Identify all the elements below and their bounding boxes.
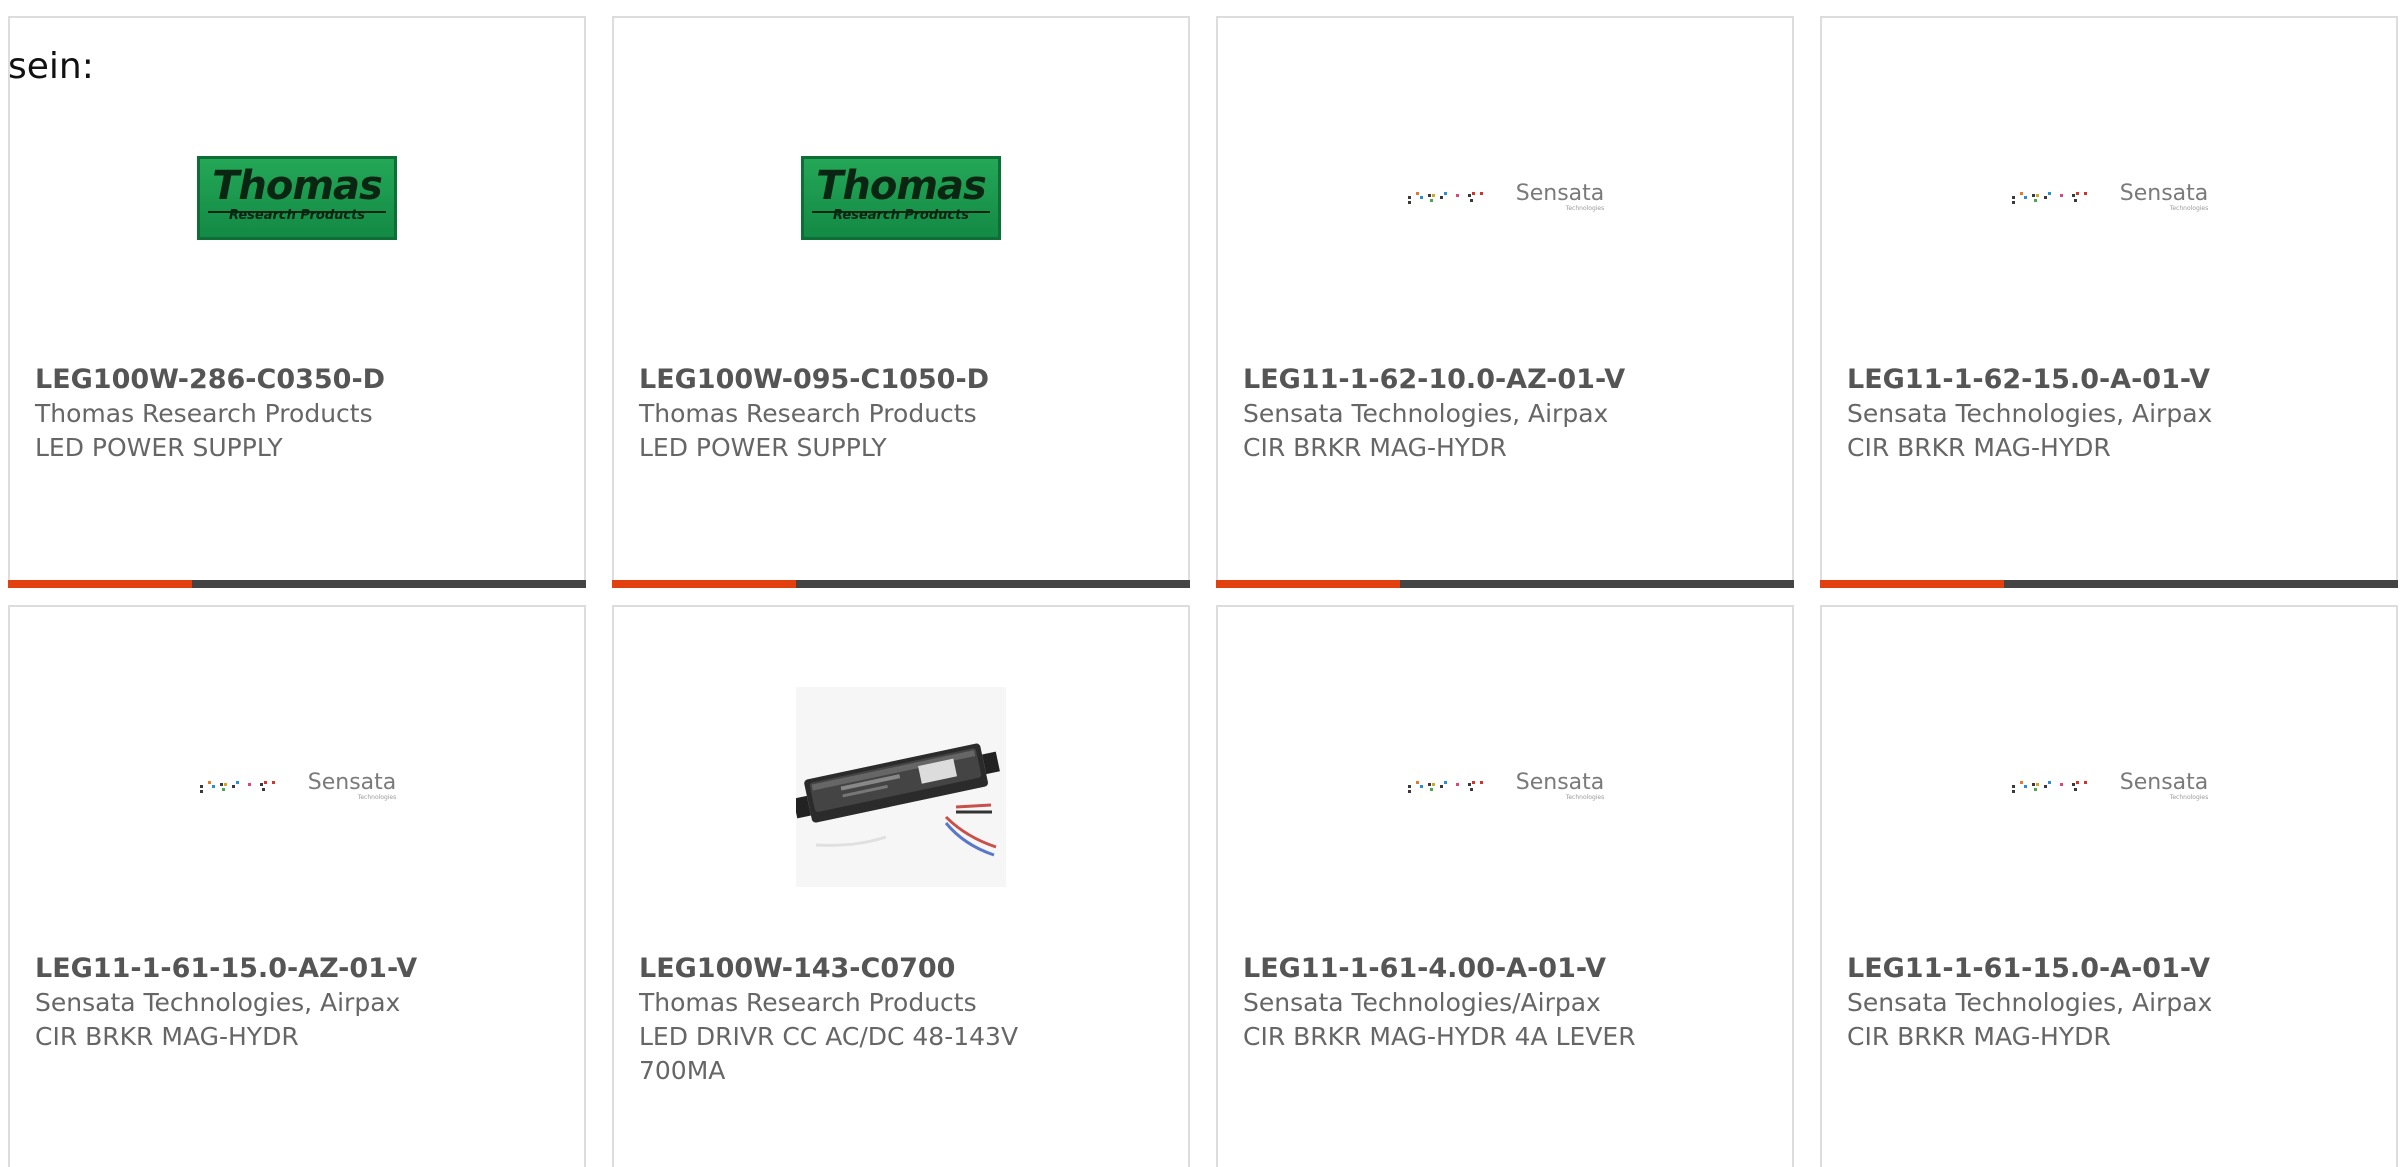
- product-description: CIR BRKR MAG-HYDR: [35, 1022, 299, 1051]
- manufacturer-name: Sensata Technologies, Airpax: [1847, 988, 2213, 1017]
- product-card[interactable]: Thomas Research Products LEG100W-095-C10…: [612, 16, 1190, 588]
- part-number-link[interactable]: LEG100W-143-C0700: [639, 952, 1168, 986]
- card-accent-bar: [8, 580, 586, 588]
- product-grid-page: sein: Thomas Research Products LEG100W-2…: [0, 0, 2400, 1167]
- part-number-link[interactable]: LEG11-1-62-10.0-AZ-01-V: [1243, 363, 1772, 397]
- product-description: LED DRIVR CC AC/DC 48-143V 700MA: [639, 1022, 1019, 1085]
- product-card[interactable]: Sensata Technologies LEG11-1-62-15.0-A-0…: [1820, 16, 2398, 588]
- product-card[interactable]: Sensata Technologies LEG11-1-61-4.00-A-0…: [1216, 605, 1794, 1167]
- manufacturer-name: Sensata Technologies, Airpax: [35, 988, 401, 1017]
- product-image: [614, 667, 1188, 907]
- part-number-link[interactable]: LEG11-1-61-15.0-A-01-V: [1847, 952, 2376, 986]
- card-accent-bar: [612, 580, 1190, 588]
- manufacturer-name: Sensata Technologies, Airpax: [1847, 399, 2213, 428]
- product-card[interactable]: LEG100W-143-C0700 Thomas Research Produc…: [612, 605, 1190, 1167]
- sensata-logo: Sensata Technologies: [1406, 183, 1604, 213]
- product-image: Sensata Technologies: [1218, 667, 1792, 907]
- product-image: Sensata Technologies: [1822, 667, 2396, 907]
- product-image: Sensata Technologies: [1218, 78, 1792, 318]
- card-accent-bar: [1820, 580, 2398, 588]
- manufacturer-name: Thomas Research Products: [35, 399, 373, 428]
- product-description: LED POWER SUPPLY: [639, 433, 887, 462]
- manufacturer-name: Thomas Research Products: [639, 399, 977, 428]
- product-image: Thomas Research Products: [614, 78, 1188, 318]
- product-image: Thomas Research Products: [10, 78, 584, 318]
- product-description: CIR BRKR MAG-HYDR: [1847, 433, 2111, 462]
- product-card[interactable]: Sensata Technologies LEG11-1-62-10.0-AZ-…: [1216, 16, 1794, 588]
- sensata-logo: Sensata Technologies: [2010, 183, 2208, 213]
- led-driver-photo: [793, 687, 1006, 887]
- product-description: LED POWER SUPPLY: [35, 433, 283, 462]
- product-description: CIR BRKR MAG-HYDR: [1847, 1022, 2111, 1051]
- part-number-link[interactable]: LEG11-1-61-4.00-A-01-V: [1243, 952, 1772, 986]
- product-image: Sensata Technologies: [1822, 78, 2396, 318]
- card-accent-bar: [1216, 580, 1794, 588]
- manufacturer-name: Sensata Technologies, Airpax: [1243, 399, 1609, 428]
- manufacturer-name: Sensata Technologies/Airpax: [1243, 988, 1601, 1017]
- sensata-logo: Sensata Technologies: [198, 772, 396, 802]
- thomas-research-products-logo: Thomas Research Products: [197, 156, 397, 240]
- product-description: CIR BRKR MAG-HYDR: [1243, 433, 1507, 462]
- product-card[interactable]: Sensata Technologies LEG11-1-61-15.0-A-0…: [1820, 605, 2398, 1167]
- product-card[interactable]: Thomas Research Products LEG100W-286-C03…: [8, 16, 586, 588]
- thomas-research-products-logo: Thomas Research Products: [801, 156, 1001, 240]
- sensata-logo: Sensata Technologies: [1406, 772, 1604, 802]
- product-card[interactable]: Sensata Technologies LEG11-1-61-15.0-AZ-…: [8, 605, 586, 1167]
- product-description: CIR BRKR MAG-HYDR 4A LEVER: [1243, 1022, 1636, 1051]
- part-number-link[interactable]: LEG100W-286-C0350-D: [35, 363, 564, 397]
- sensata-logo: Sensata Technologies: [2010, 772, 2208, 802]
- part-number-link[interactable]: LEG11-1-62-15.0-A-01-V: [1847, 363, 2376, 397]
- part-number-link[interactable]: LEG11-1-61-15.0-AZ-01-V: [35, 952, 564, 986]
- stray-text: sein:: [8, 46, 94, 87]
- product-image: Sensata Technologies: [10, 667, 584, 907]
- manufacturer-name: Thomas Research Products: [639, 988, 977, 1017]
- part-number-link[interactable]: LEG100W-095-C1050-D: [639, 363, 1168, 397]
